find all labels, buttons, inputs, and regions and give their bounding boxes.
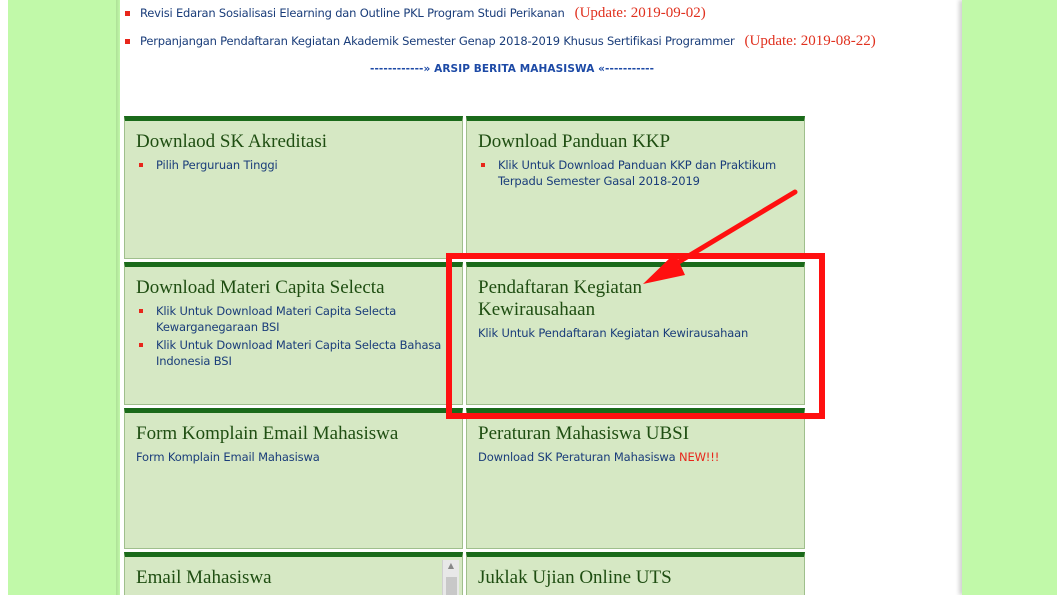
link-download-panduan-kkp[interactable]: Klik Untuk Download Panduan KKP dan Prak… bbox=[478, 157, 794, 189]
panel-title: Pendaftaran Kegiatan Kewirausahaan bbox=[478, 277, 643, 320]
content-shadow bbox=[116, 0, 120, 595]
news-update-date: (Update: 2019-09-02) bbox=[574, 4, 706, 21]
panel-peraturan-mahasiswa: Peraturan Mahasiswa UBSI Download SK Per… bbox=[466, 408, 805, 549]
panel-title: Download Panduan KKP bbox=[478, 131, 671, 152]
panel-title: Juklak Ujian Online UTS bbox=[478, 567, 672, 588]
bullet-icon bbox=[125, 38, 130, 44]
link-pendaftaran-kewirausahaan[interactable]: Klik Untuk Pendaftaran Kegiatan Kewiraus… bbox=[478, 325, 794, 341]
panel-capita-selecta: Download Materi Capita Selecta Klik Untu… bbox=[124, 262, 463, 405]
page-background-right bbox=[962, 0, 1057, 595]
panel-title: Email Mahasiswa bbox=[136, 567, 272, 588]
panel-scrollbar[interactable]: ▲ bbox=[442, 560, 459, 595]
link-form-komplain-email[interactable]: Form Komplain Email Mahasiswa bbox=[136, 449, 452, 465]
scroll-thumb[interactable] bbox=[446, 577, 457, 595]
panel-link-list: Pilih Perguruan Tinggi bbox=[136, 157, 452, 173]
bullet-icon bbox=[125, 10, 130, 16]
scroll-up-arrow-icon[interactable]: ▲ bbox=[443, 560, 459, 572]
panel-sk-akreditasi: Downlaod SK Akreditasi Pilih Perguruan T… bbox=[124, 116, 463, 259]
panel-title: Downlaod SK Akreditasi bbox=[136, 131, 328, 152]
panel-juklak-uts: Juklak Ujian Online UTS bbox=[466, 552, 805, 595]
panel-komplain-email: Form Komplain Email Mahasiswa Form Kompl… bbox=[124, 408, 463, 549]
panel-kewirausahaan: Pendaftaran Kegiatan Kewirausahaan Klik … bbox=[466, 262, 805, 405]
link-pilih-perguruan-tinggi[interactable]: Pilih Perguruan Tinggi bbox=[136, 157, 452, 173]
link-capita-selecta-kewarganegaraan[interactable]: Klik Untuk Download Materi Capita Select… bbox=[136, 303, 452, 335]
panel-panduan-kkp: Download Panduan KKP Klik Untuk Download… bbox=[466, 116, 805, 259]
link-capita-selecta-bahasa-indonesia[interactable]: Klik Untuk Download Materi Capita Select… bbox=[136, 337, 452, 369]
panel-link-list: Klik Untuk Download Panduan KKP dan Prak… bbox=[478, 157, 794, 189]
panel-title: Peraturan Mahasiswa UBSI bbox=[478, 423, 690, 444]
panel-link-list: Klik Untuk Download Materi Capita Select… bbox=[136, 303, 452, 369]
panel-title: Form Komplain Email Mahasiswa bbox=[136, 423, 399, 444]
new-badge: NEW!!! bbox=[679, 450, 720, 464]
archive-news-link[interactable]: ------------» ARSIP BERITA MAHASISWA «--… bbox=[370, 63, 654, 75]
news-item[interactable]: Perpanjangan Pendaftaran Kegiatan Akadem… bbox=[125, 31, 876, 51]
news-update-date: (Update: 2019-08-22) bbox=[744, 32, 876, 49]
panel-email-mahasiswa: Email Mahasiswa bbox=[124, 552, 463, 595]
peraturan-link-row: Download SK Peraturan Mahasiswa NEW!!! bbox=[478, 449, 794, 465]
link-sk-peraturan-mahasiswa[interactable]: Download SK Peraturan Mahasiswa bbox=[478, 450, 676, 464]
news-item[interactable]: Revisi Edaran Sosialisasi Elearning dan … bbox=[125, 3, 706, 23]
panel-title: Download Materi Capita Selecta bbox=[136, 277, 385, 298]
news-link[interactable]: Perpanjangan Pendaftaran Kegiatan Akadem… bbox=[140, 34, 735, 48]
news-link[interactable]: Revisi Edaran Sosialisasi Elearning dan … bbox=[140, 6, 565, 20]
page-background-left bbox=[8, 0, 120, 595]
